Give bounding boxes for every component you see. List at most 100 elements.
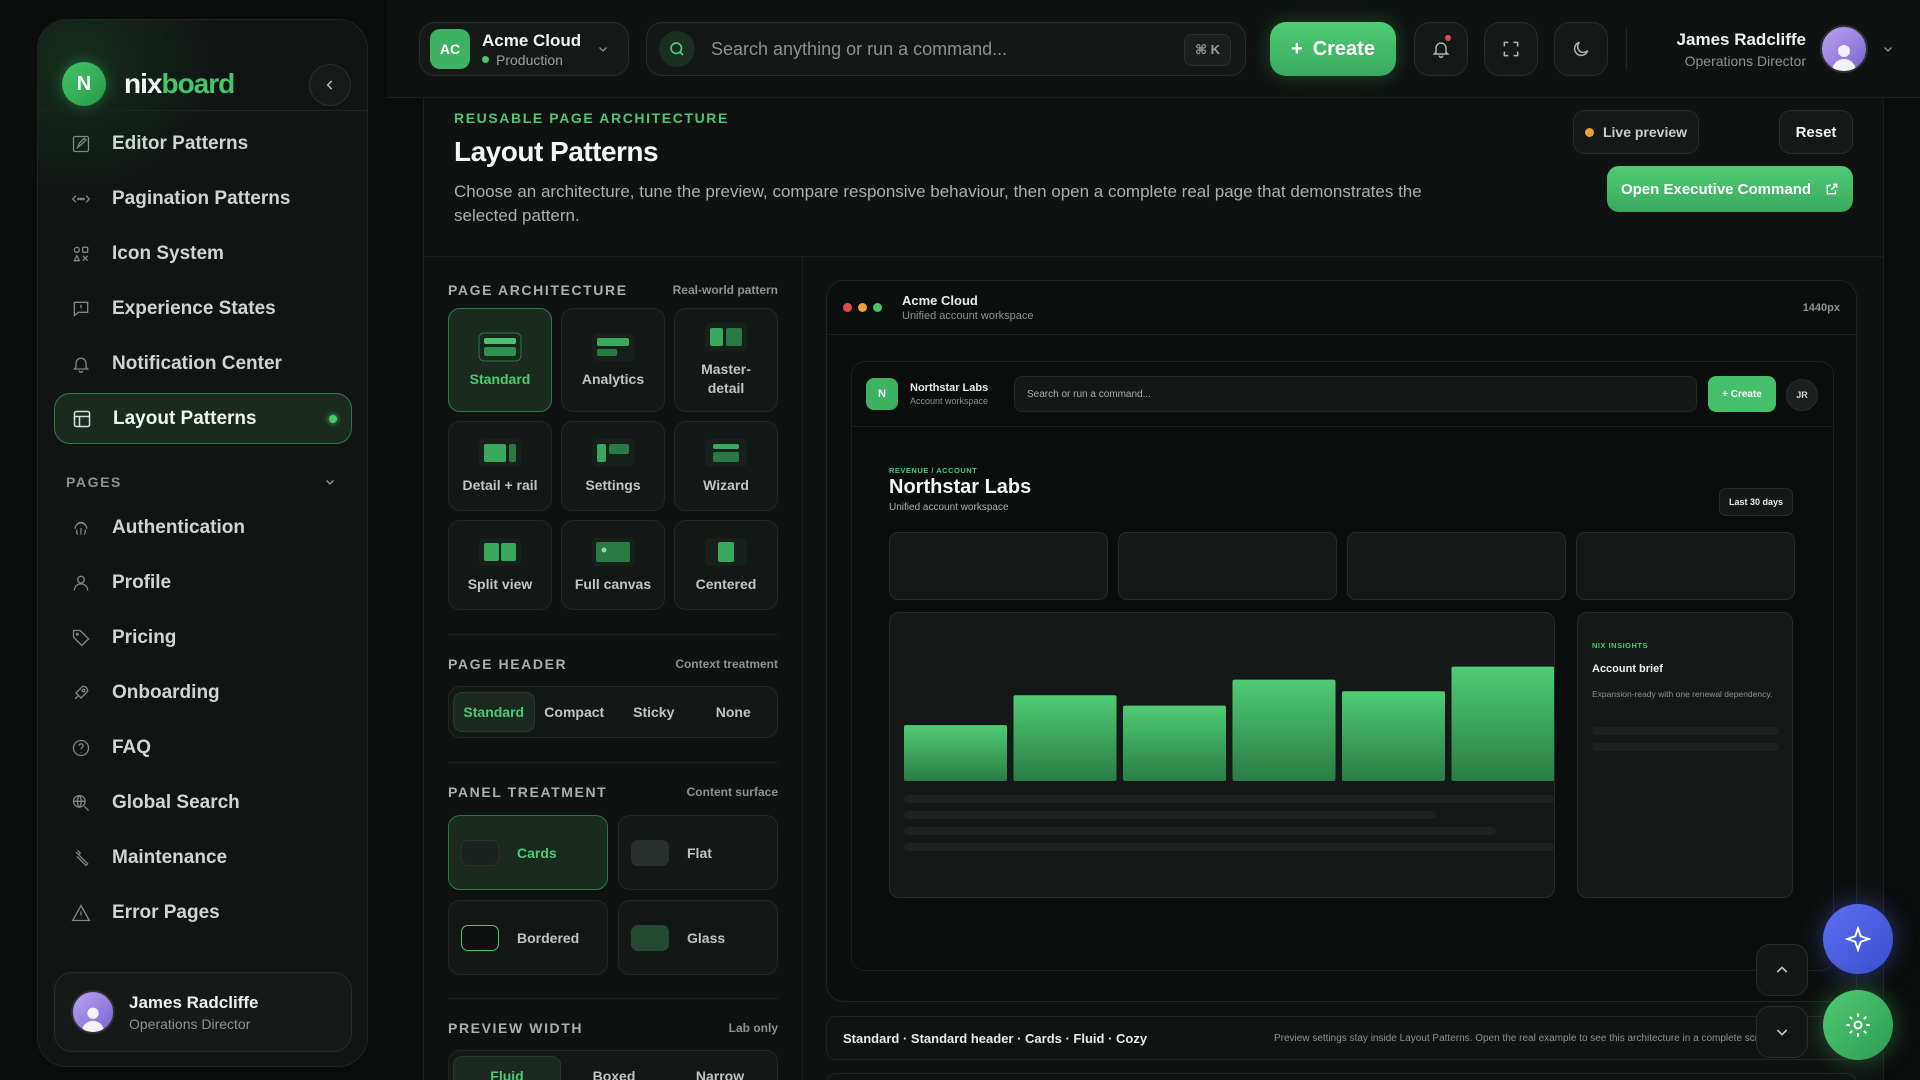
globe-search-icon: [70, 792, 92, 814]
brand-logo[interactable]: N: [62, 62, 106, 106]
notifications-button[interactable]: [1414, 22, 1468, 76]
plus-icon: +: [1291, 37, 1303, 60]
sidebar-item-error-pages[interactable]: Error Pages: [54, 887, 352, 938]
skeleton-line: [1592, 727, 1778, 735]
preview-status-bar: Standard · Standard header · Cards · Flu…: [826, 1016, 1857, 1060]
sidebar-item-profile[interactable]: Profile: [54, 557, 352, 608]
width-option-boxed[interactable]: Boxed: [561, 1056, 667, 1080]
sidebar-item-global-search[interactable]: Global Search: [54, 777, 352, 828]
arch-option-standard[interactable]: Standard: [448, 308, 552, 412]
layout-split-view-icon: [479, 537, 521, 566]
arch-option-master-detail[interactable]: Master-detail: [674, 308, 778, 412]
section-divider: [448, 634, 778, 635]
arch-label: Full canvas: [574, 575, 652, 592]
layout-standard-icon: [478, 332, 522, 361]
preview-summary: Standard · Standard header · Cards · Flu…: [843, 1030, 1148, 1046]
sidebar-item-authentication[interactable]: Authentication: [54, 502, 352, 553]
arch-option-centered[interactable]: Centered: [674, 520, 778, 610]
preview-subtitle: Unified account workspace: [902, 310, 1034, 322]
width-option-narrow[interactable]: Narrow: [667, 1056, 773, 1080]
brand-name[interactable]: nixboard: [124, 68, 235, 100]
flat-swatch: [631, 839, 669, 866]
sidebar-item-label: Authentication: [112, 516, 245, 538]
collapse-sidebar-button[interactable]: [309, 64, 351, 106]
sidebar-item-layout-patterns[interactable]: Layout Patterns: [54, 393, 352, 444]
preview-date-range-button[interactable]: Last 30 days: [1719, 488, 1793, 516]
preview-search-input[interactable]: Search or run a command...: [1014, 376, 1697, 412]
panel-label: Flat: [687, 844, 712, 861]
moon-icon: [1573, 41, 1589, 57]
sidebar-user-card[interactable]: James Radcliffe Operations Director: [54, 972, 352, 1052]
reset-button[interactable]: Reset: [1779, 110, 1853, 154]
theme-toggle-button[interactable]: [1554, 22, 1608, 76]
assistant-button[interactable]: [1823, 904, 1893, 974]
section-divider: [448, 762, 778, 763]
header-option-none[interactable]: None: [694, 692, 774, 732]
live-preview-badge[interactable]: Live preview: [1573, 110, 1699, 154]
arch-option-analytics[interactable]: Analytics: [561, 308, 665, 412]
brand: N nixboard: [62, 44, 351, 124]
chevron-left-icon: [326, 80, 333, 90]
external-link-icon: [1826, 183, 1838, 195]
arch-option-wizard[interactable]: Wizard: [674, 421, 778, 511]
arch-option-detail-rail[interactable]: Detail + rail: [448, 421, 552, 511]
search-icon: [659, 31, 695, 67]
sidebar-item-label: Maintenance: [112, 846, 228, 868]
header-option-compact[interactable]: Compact: [535, 692, 615, 732]
sidebar-item-editor-patterns[interactable]: Editor Patterns: [54, 118, 352, 169]
arch-label: Centered: [695, 575, 757, 592]
width-option-fluid[interactable]: Fluid: [453, 1056, 561, 1080]
scroll-up-button[interactable]: [1756, 944, 1808, 996]
preview-create-button[interactable]: + Create: [1708, 376, 1776, 412]
panel-option-glass[interactable]: Glass: [618, 900, 778, 975]
create-label: Create: [1312, 37, 1375, 60]
layout-full-canvas-icon: [592, 537, 634, 566]
skeleton-line: [1592, 743, 1778, 751]
sidebar-item-maintenance[interactable]: Maintenance: [54, 832, 352, 883]
header-option-sticky[interactable]: Sticky: [614, 692, 694, 732]
panel-option-cards[interactable]: Cards: [448, 815, 608, 890]
scroll-down-button[interactable]: [1756, 1006, 1808, 1058]
sidebar-item-experience-states[interactable]: Experience States: [54, 283, 352, 334]
sidebar-item-label: Global Search: [112, 791, 240, 813]
workspace-switcher[interactable]: AC Acme Cloud Production: [419, 22, 629, 76]
sidebar-item-label: Pricing: [112, 626, 177, 648]
create-button[interactable]: + Create: [1270, 22, 1396, 76]
global-search-input[interactable]: Search anything or run a command... ⌘ K: [646, 22, 1246, 76]
sidebar-item-icon-system[interactable]: Icon System: [54, 228, 352, 279]
sidebar-item-faq[interactable]: FAQ: [54, 722, 352, 773]
sidebar-item-label: Experience States: [112, 297, 276, 319]
arch-option-split-view[interactable]: Split view: [448, 520, 552, 610]
arch-option-full-canvas[interactable]: Full canvas: [561, 520, 665, 610]
section-title: PAGE ARCHITECTURE: [448, 282, 628, 298]
sidebar-item-pricing[interactable]: Pricing: [54, 612, 352, 663]
settings-button[interactable]: [1823, 990, 1893, 1060]
sidebar-item-onboarding[interactable]: Onboarding: [54, 667, 352, 718]
preview-kpi-card: [889, 532, 1108, 600]
insight-title: Account brief: [1592, 663, 1663, 675]
topbar-user-menu[interactable]: James Radcliffe Operations Director: [1677, 22, 1894, 76]
sidebar-item-label: FAQ: [112, 736, 152, 758]
skeleton-line: [904, 827, 1496, 835]
panel-option-bordered[interactable]: Bordered: [448, 900, 608, 975]
preview-insight-card: NIX INSIGHTS Account brief Expansion-rea…: [1577, 612, 1793, 898]
fullscreen-button[interactable]: [1484, 22, 1538, 76]
chevron-down-icon: [1884, 47, 1892, 52]
panel-option-flat[interactable]: Flat: [618, 815, 778, 890]
section-divider: [448, 998, 778, 999]
env-status-dot: [482, 56, 489, 63]
layout-icon: [71, 408, 93, 430]
header-option-standard[interactable]: Standard: [453, 692, 535, 732]
avatar: [1820, 25, 1868, 73]
bordered-swatch: [461, 924, 499, 951]
pages-section-header[interactable]: PAGES: [54, 448, 352, 502]
layout-detail-rail-icon: [479, 438, 521, 467]
sidebar-item-notification-center[interactable]: Notification Center: [54, 338, 352, 389]
avatar: [71, 990, 115, 1034]
arch-option-settings[interactable]: Settings: [561, 421, 665, 511]
open-executive-command-button[interactable]: Open Executive Command: [1607, 166, 1853, 212]
sidebar: N nixboard Editor Patterns Pagination Pa…: [37, 19, 368, 1067]
preview-avatar[interactable]: JR: [1786, 379, 1818, 411]
layout-master-detail-icon: [705, 323, 747, 351]
sidebar-item-pagination-patterns[interactable]: Pagination Patterns: [54, 173, 352, 224]
